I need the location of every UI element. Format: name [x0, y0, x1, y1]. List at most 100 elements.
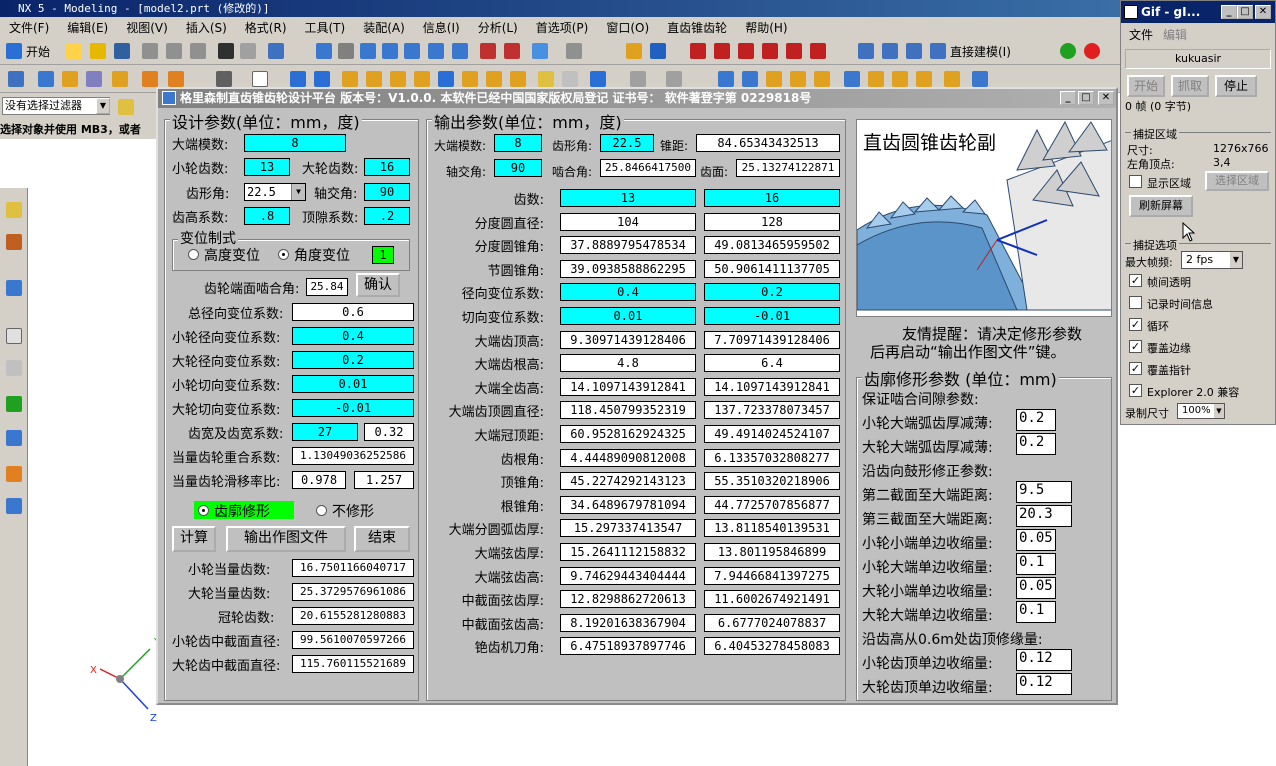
drafting-icon[interactable]	[112, 71, 128, 87]
slip2-input[interactable]: 1.257	[354, 471, 414, 489]
rectangle-icon[interactable]	[252, 71, 268, 87]
system-scenes-icon[interactable]	[6, 498, 22, 514]
solid-icon-1[interactable]	[290, 71, 306, 87]
edit-icon-2[interactable]	[742, 71, 758, 87]
start-button[interactable]: 开始	[26, 43, 50, 60]
green-circle-icon[interactable]	[1060, 43, 1076, 59]
out-row-value-1[interactable]: 9.30971439128406	[560, 330, 696, 349]
r1-input[interactable]: 0.2	[1016, 409, 1056, 431]
view-icon[interactable]	[338, 43, 354, 59]
ha-input[interactable]: .8	[244, 207, 290, 225]
selection-filter-select[interactable]: 没有选择过滤器	[2, 97, 110, 115]
out-row-value-2[interactable]: 6.13357032808277	[704, 448, 840, 467]
pad-icon[interactable]	[462, 71, 478, 87]
out-row-value-1[interactable]: 34.6489679781094	[560, 495, 696, 514]
menu-item-5[interactable]: 工具(T)	[296, 19, 355, 36]
end-button[interactable]: 结束	[354, 526, 410, 552]
slip1-input[interactable]: 0.978	[292, 471, 346, 489]
extrude-icon[interactable]	[342, 71, 358, 87]
gif-stop-button[interactable]: 停止	[1215, 75, 1257, 97]
out-row-value-2[interactable]: 11.6002674921491	[704, 590, 840, 609]
out-row-value-1[interactable]: 118.450799352319	[560, 401, 696, 420]
out-row-value-1[interactable]: 8.19201638367904	[560, 613, 696, 632]
xt1-input[interactable]: 0.01	[292, 375, 414, 393]
out-row-value-1[interactable]: 39.0938588862295	[560, 259, 696, 278]
zoom-in-icon[interactable]	[382, 43, 398, 59]
out-row-value-1[interactable]: 6.47518937897746	[560, 637, 696, 656]
sketch-icon[interactable]	[480, 43, 496, 59]
unite-icon[interactable]	[630, 71, 646, 87]
zv1-input[interactable]: 16.7501166040717	[292, 559, 414, 577]
snap-icon-6[interactable]	[810, 43, 826, 59]
out-a-input[interactable]: 22.5	[600, 134, 654, 152]
boss-icon[interactable]	[414, 71, 430, 87]
chevron-down-icon[interactable]: ▼	[1230, 252, 1242, 268]
gif-menu-edit[interactable]: 编辑	[1163, 26, 1187, 43]
open-folder-icon[interactable]	[90, 43, 106, 59]
out-row-value-2[interactable]: 7.70971439128406	[704, 330, 840, 349]
new-file-icon[interactable]	[66, 43, 82, 59]
out-row-value-1[interactable]: 13	[560, 189, 696, 207]
zc-input[interactable]: 20.6155281280883	[292, 607, 414, 625]
line-icon[interactable]	[216, 71, 232, 87]
sigma-input[interactable]: 90	[364, 183, 410, 201]
shell-icon[interactable]	[590, 71, 606, 87]
r5-input[interactable]: 0.05	[1016, 529, 1056, 551]
menu-item-7[interactable]: 信息(I)	[414, 19, 469, 36]
chamfer-icon[interactable]	[562, 71, 578, 87]
r9-input[interactable]: 0.12	[1016, 649, 1072, 671]
edit-icon-5[interactable]	[814, 71, 830, 87]
hole-icon[interactable]	[390, 71, 406, 87]
c-input[interactable]: .2	[364, 207, 410, 225]
surface-icon-2[interactable]	[868, 71, 884, 87]
out-row-value-2[interactable]: 49.4914024524107	[704, 425, 840, 443]
width-coef-input[interactable]: 0.32	[364, 423, 414, 441]
out-row-value-2[interactable]: 7.94466841397275	[704, 566, 840, 585]
out-row-value-2[interactable]: 44.7725707856877	[704, 495, 840, 514]
menu-item-4[interactable]: 格式(R)	[236, 19, 296, 36]
alpha-select[interactable]: 22.5 ▼	[244, 183, 306, 201]
slot-icon[interactable]	[486, 71, 502, 87]
out-row-value-1[interactable]: 9.74629443404444	[560, 566, 696, 585]
out-row-value-2[interactable]: 14.1097143912841	[704, 377, 840, 396]
revolve-icon[interactable]	[366, 71, 382, 87]
out-row-value-1[interactable]: 15.297337413547	[560, 519, 696, 538]
out-row-value-2[interactable]: 6.40453278458083	[704, 637, 840, 656]
out-row-value-1[interactable]: 60.9528162924325	[560, 425, 696, 443]
menu-item-3[interactable]: 插入(S)	[177, 19, 236, 36]
wcs-icon[interactable]	[650, 43, 666, 59]
z2-input[interactable]: 16	[364, 158, 410, 176]
mod-on-radio[interactable]	[198, 505, 209, 516]
out-s-input[interactable]: 90	[494, 159, 542, 177]
out-row-value-1[interactable]: 104	[560, 212, 696, 231]
cut-icon[interactable]	[142, 43, 158, 59]
blend-icon[interactable]	[538, 71, 554, 87]
start-icon[interactable]	[6, 43, 22, 59]
surface-icon-5[interactable]	[944, 71, 960, 87]
surface-icon-3[interactable]	[892, 71, 908, 87]
out-row-value-1[interactable]: 4.44489090812008	[560, 448, 696, 467]
perspective-icon[interactable]	[452, 43, 468, 59]
select-icon[interactable]	[268, 43, 284, 59]
r8-input[interactable]: 0.1	[1016, 601, 1056, 623]
part-icon[interactable]	[38, 71, 54, 87]
out-row-value-1[interactable]: 37.8889795478534	[560, 236, 696, 255]
palette-icon[interactable]	[6, 396, 22, 412]
x2-input[interactable]: 0.2	[292, 351, 414, 369]
edit-icon-3[interactable]	[766, 71, 782, 87]
out-row-value-2[interactable]: 0.2	[704, 283, 840, 302]
confirm-button[interactable]: 确认	[356, 273, 400, 297]
groove-icon[interactable]	[510, 71, 526, 87]
gif-rec-select[interactable]: 100% ▼	[1177, 403, 1225, 419]
out-row-value-1[interactable]: 0.01	[560, 307, 696, 325]
pan-icon[interactable]	[428, 43, 444, 59]
shift-angle-radio[interactable]	[278, 249, 289, 260]
direct-modeling-button[interactable]: 直接建模(I)	[950, 43, 1011, 60]
z1-input[interactable]: 13	[244, 158, 290, 176]
rotate-icon[interactable]	[404, 43, 420, 59]
dm2-input[interactable]: 115.760115521689	[292, 655, 414, 673]
out-row-value-1[interactable]: 45.2274292143123	[560, 472, 696, 491]
out-R-input[interactable]: 84.65343432513	[696, 134, 840, 152]
out-row-value-2[interactable]: 137.723378073457	[704, 401, 840, 420]
assembly-icon[interactable]	[62, 71, 78, 87]
